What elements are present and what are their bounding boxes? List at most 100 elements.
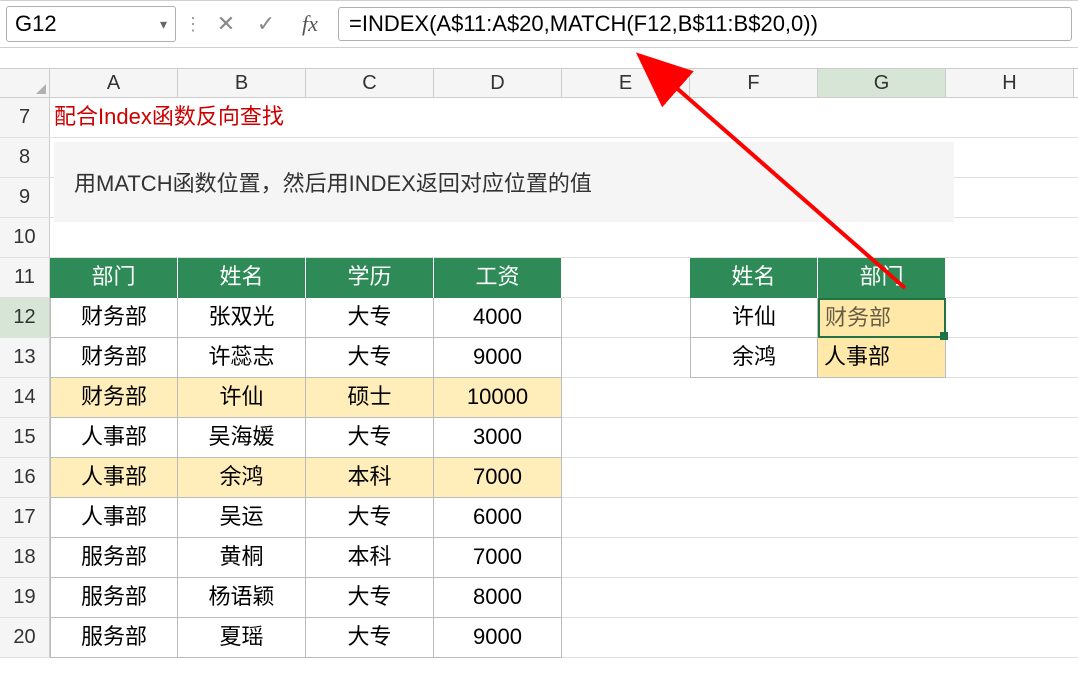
cell[interactable]	[818, 98, 946, 138]
table-cell[interactable]: 吴海媛	[178, 418, 306, 458]
cell[interactable]	[818, 498, 946, 538]
table-cell[interactable]: 6000	[434, 498, 562, 538]
table-cell[interactable]: 夏瑶	[178, 618, 306, 658]
col-header-C[interactable]: C	[306, 69, 434, 97]
table1-header-edu[interactable]: 学历	[306, 258, 434, 298]
table-cell[interactable]: 9000	[434, 338, 562, 378]
table-cell[interactable]: 大专	[306, 498, 434, 538]
cell[interactable]	[690, 618, 818, 658]
row-header[interactable]: 10	[0, 218, 50, 257]
cell[interactable]	[690, 458, 818, 498]
table-cell[interactable]: 余鸿	[178, 458, 306, 498]
col-header-D[interactable]: D	[434, 69, 562, 97]
row-header[interactable]: 8	[0, 138, 50, 177]
lookup-name[interactable]: 余鸿	[690, 338, 818, 378]
table-cell[interactable]: 财务部	[50, 338, 178, 378]
fx-button[interactable]: fx	[290, 11, 330, 37]
cell[interactable]	[690, 418, 818, 458]
enter-formula-button[interactable]: ✓	[250, 8, 282, 40]
table-cell[interactable]: 大专	[306, 298, 434, 338]
formula-input[interactable]: =INDEX(A$11:A$20,MATCH(F12,B$11:B$20,0))	[338, 7, 1072, 41]
cell[interactable]	[562, 578, 690, 618]
table-cell[interactable]: 本科	[306, 458, 434, 498]
cancel-formula-button[interactable]: ✕	[210, 8, 242, 40]
name-box[interactable]: G12 ▾	[6, 6, 176, 42]
col-header-F[interactable]: F	[690, 69, 818, 97]
table-cell[interactable]: 4000	[434, 298, 562, 338]
col-header-G[interactable]: G	[818, 69, 946, 97]
table-cell[interactable]: 服务部	[50, 578, 178, 618]
col-header-E[interactable]: E	[562, 69, 690, 97]
table1-header-name[interactable]: 姓名	[178, 258, 306, 298]
table-cell[interactable]: 财务部	[50, 378, 178, 418]
title-cell[interactable]: 配合Index函数反向查找	[50, 98, 562, 138]
cell[interactable]	[562, 98, 690, 138]
table-cell[interactable]: 张双光	[178, 298, 306, 338]
lookup-name[interactable]: 许仙	[690, 298, 818, 338]
cell[interactable]	[562, 458, 690, 498]
table1-header-dept[interactable]: 部门	[50, 258, 178, 298]
col-header-H[interactable]: H	[946, 69, 1074, 97]
cell[interactable]	[946, 98, 1074, 138]
table-cell[interactable]: 大专	[306, 618, 434, 658]
row-header[interactable]: 15	[0, 418, 50, 457]
cell[interactable]	[690, 578, 818, 618]
row-header[interactable]: 19	[0, 578, 50, 617]
row-header[interactable]: 20	[0, 618, 50, 657]
table-cell[interactable]: 服务部	[50, 538, 178, 578]
cell[interactable]	[818, 418, 946, 458]
table-cell[interactable]: 许蕊志	[178, 338, 306, 378]
row-header[interactable]: 14	[0, 378, 50, 417]
cell[interactable]	[818, 618, 946, 658]
table-cell[interactable]: 人事部	[50, 418, 178, 458]
cell[interactable]	[818, 578, 946, 618]
cell[interactable]	[818, 378, 946, 418]
table-cell[interactable]: 杨语颖	[178, 578, 306, 618]
table-cell[interactable]: 人事部	[50, 458, 178, 498]
col-header-A[interactable]: A	[50, 69, 178, 97]
table-cell[interactable]: 硕士	[306, 378, 434, 418]
table-cell[interactable]: 3000	[434, 418, 562, 458]
table-cell[interactable]: 大专	[306, 418, 434, 458]
row-header[interactable]: 12	[0, 298, 50, 337]
cell[interactable]	[50, 218, 1074, 258]
note-merged-cell[interactable]: 用MATCH函数位置，然后用INDEX返回对应位置的值	[54, 142, 954, 222]
cell[interactable]	[562, 258, 690, 298]
result-cell-G13[interactable]: 人事部	[818, 338, 946, 378]
table2-header-name[interactable]: 姓名	[690, 258, 818, 298]
table-cell[interactable]: 吴运	[178, 498, 306, 538]
table1-header-salary[interactable]: 工资	[434, 258, 562, 298]
cell[interactable]	[690, 538, 818, 578]
row-header[interactable]: 11	[0, 258, 50, 297]
table-cell[interactable]: 大专	[306, 578, 434, 618]
row-header[interactable]: 7	[0, 98, 50, 137]
cell[interactable]	[562, 498, 690, 538]
row-header[interactable]: 16	[0, 458, 50, 497]
table-cell[interactable]: 黄桐	[178, 538, 306, 578]
select-all-corner[interactable]	[0, 69, 50, 97]
row-header[interactable]: 18	[0, 538, 50, 577]
row-header[interactable]: 9	[0, 178, 50, 217]
cell[interactable]	[562, 338, 690, 378]
table2-header-dept[interactable]: 部门	[818, 258, 946, 298]
cell[interactable]	[818, 538, 946, 578]
row-header[interactable]: 17	[0, 498, 50, 537]
table-cell[interactable]: 大专	[306, 338, 434, 378]
table-cell[interactable]: 7000	[434, 538, 562, 578]
cell[interactable]	[690, 98, 818, 138]
table-cell[interactable]: 本科	[306, 538, 434, 578]
cell[interactable]	[562, 378, 690, 418]
table-cell[interactable]: 8000	[434, 578, 562, 618]
table-cell[interactable]: 许仙	[178, 378, 306, 418]
cell[interactable]	[818, 458, 946, 498]
cell[interactable]	[562, 618, 690, 658]
cell[interactable]	[562, 538, 690, 578]
cell[interactable]	[690, 378, 818, 418]
cell[interactable]	[690, 498, 818, 538]
table-cell[interactable]: 7000	[434, 458, 562, 498]
table-cell[interactable]: 财务部	[50, 298, 178, 338]
col-header-B[interactable]: B	[178, 69, 306, 97]
table-cell[interactable]: 人事部	[50, 498, 178, 538]
result-cell-G12[interactable]: 财务部	[818, 298, 946, 338]
row-header[interactable]: 13	[0, 338, 50, 377]
